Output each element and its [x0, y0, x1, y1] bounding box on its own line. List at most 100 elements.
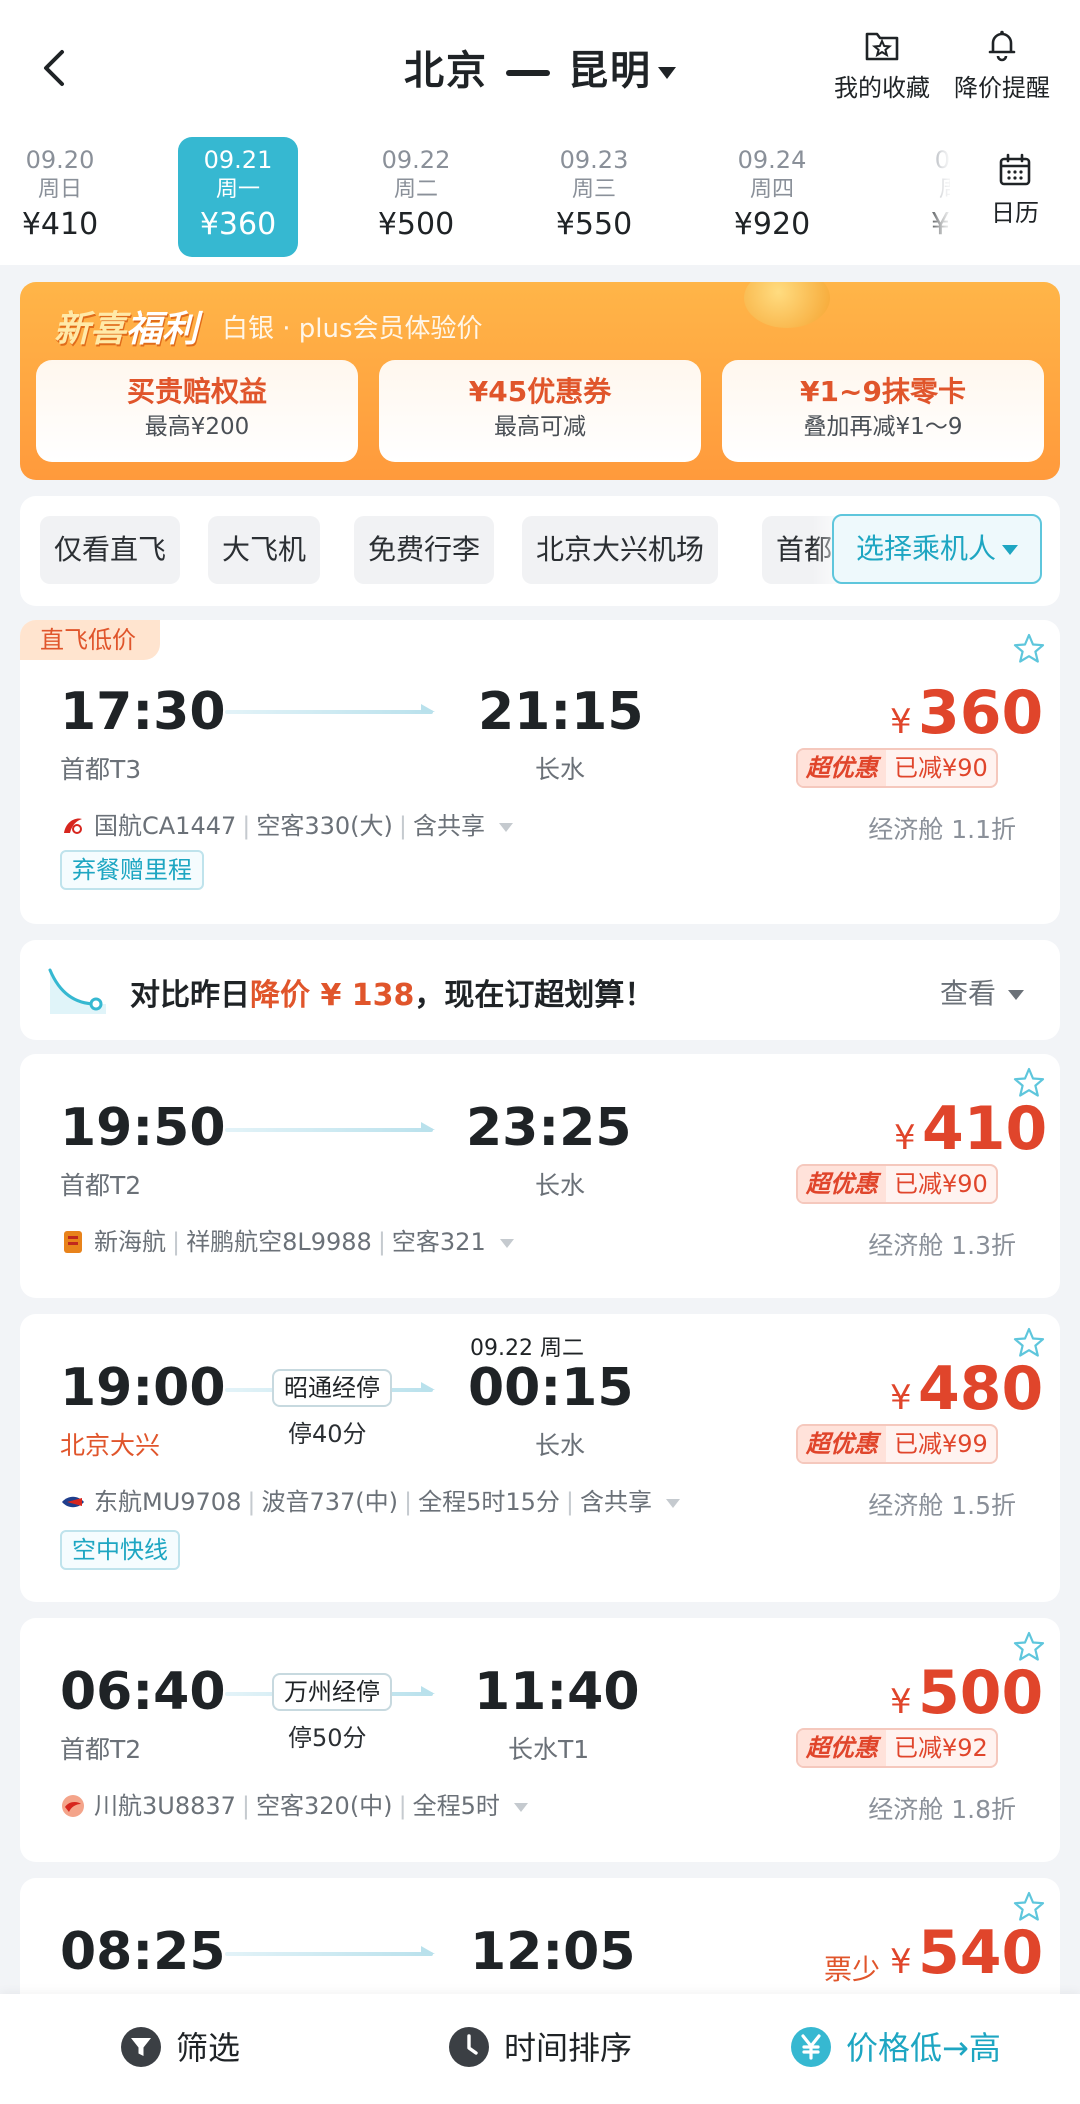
price-alert-button[interactable]: 降价提醒	[954, 28, 1050, 103]
coin-decoration-icon	[744, 282, 830, 328]
departure-time: 19:00	[60, 1358, 226, 1418]
cabin-class: 经济舱 1.3折	[868, 1231, 1016, 1260]
price-compare-notice[interactable]: 对比昨日降价 ¥ 138，现在订超划算！ 查看	[20, 940, 1060, 1040]
date-label: 09.20	[25, 146, 95, 174]
calendar-icon	[999, 153, 1031, 186]
price-currency: ¥	[890, 1942, 912, 1982]
weekday-label: 周二	[393, 177, 438, 202]
codeshare-label: 含共享	[580, 1488, 652, 1516]
price-currency: ¥	[890, 1682, 912, 1722]
filter-chip-free-baggage[interactable]: 免费行李	[354, 516, 495, 584]
discount-value: 已减¥90	[894, 1170, 988, 1198]
date-item[interactable]: 09.23 周三 ¥550	[534, 137, 654, 257]
filter-chip-direct[interactable]: 仅看直飞	[40, 516, 181, 584]
weekday-label: 周日	[37, 177, 82, 202]
price-currency: ¥	[890, 1378, 912, 1418]
flight-arrow	[225, 1946, 435, 1956]
filter-tab[interactable]: 筛选	[120, 2020, 240, 2076]
notice-suffix: ，现在订超划算！	[414, 978, 655, 1013]
cabin-class: 经济舱 1.5折	[868, 1491, 1016, 1520]
airline-info[interactable]: 川航3U8837 | 空客320(中) | 全程5时	[60, 1786, 528, 1821]
yen-icon	[791, 2027, 831, 2067]
arrival-airport: 长水	[535, 1431, 586, 1460]
date-item[interactable]: 09.24 周四 ¥920	[712, 137, 832, 257]
airline-info[interactable]: 东航MU9708 | 波音737(中) | 全程5时15分 | 含共享	[60, 1482, 680, 1517]
promo-banner[interactable]: 新喜福利 白银 · plus会员体验价 买贵赔权益 最高¥200 ¥45优惠券 …	[20, 282, 1060, 480]
arrival-airport: 长水	[535, 755, 586, 784]
total-duration: 全程5时15分	[418, 1488, 560, 1516]
discount-key: 超优惠	[798, 1426, 886, 1462]
select-passenger-button[interactable]: 选择乘机人	[832, 514, 1042, 584]
weekday-label: 周四	[749, 177, 794, 202]
date-price: ¥410	[21, 207, 99, 242]
departure-time: 08:25	[60, 1922, 226, 1982]
filter-chip-daxing[interactable]: 北京大兴机场	[522, 516, 719, 584]
flight-number: 川航3U8837	[94, 1792, 236, 1820]
star-icon[interactable]	[1012, 632, 1046, 666]
arrival-time: 23:25	[466, 1098, 632, 1158]
arrival-time: 12:05	[470, 1922, 636, 1982]
select-passenger-label: 选择乘机人	[855, 532, 996, 565]
flight-price: 540	[918, 1918, 1044, 1988]
view-button[interactable]: 查看	[940, 972, 1024, 1012]
arrival-airport: 长水	[535, 1171, 586, 1200]
aircraft-type: 空客321	[391, 1228, 486, 1256]
flight-card[interactable]: 09.22 周二 19:00 北京大兴 昭通经停 停40分 00:15 长水 ¥…	[20, 1314, 1060, 1602]
promo-card-coupon[interactable]: ¥45优惠券 最高可减	[379, 360, 701, 462]
price-currency: ¥	[890, 702, 912, 742]
low-stock-label: 票少	[824, 1953, 881, 1986]
departure-airport: 首都T2	[60, 1171, 142, 1200]
promo-card-sub: 最高可减	[494, 414, 586, 440]
filter-chip-large-plane[interactable]: 大飞机	[208, 516, 321, 584]
price-sort-tab-label: 价格低→高	[846, 2029, 1001, 2067]
date-label: 09.21	[203, 146, 273, 174]
discount-key: 超优惠	[798, 750, 886, 786]
promo-card-price-guarantee[interactable]: 买贵赔权益 最高¥200	[36, 360, 358, 462]
date-item[interactable]: 09.22 周二 ¥500	[356, 137, 476, 257]
airline-info[interactable]: 国航CA1447 | 空客330(大) | 含共享	[60, 806, 513, 841]
arrival-time: 21:15	[478, 682, 644, 742]
airline-info[interactable]: 新海航 | 祥鹏航空8L9988 | 空客321	[60, 1222, 514, 1257]
date-label: 09.22	[381, 146, 451, 174]
discount-value: 已减¥99	[894, 1430, 988, 1458]
flight-card[interactable]: 19:50 首都T2 23:25 长水 ¥ 410 超优惠 已减¥90 经济舱 1…	[20, 1054, 1060, 1298]
flight-card[interactable]: 06:40 首都T2 万州经停 停50分 11:40 长水T1 ¥ 500 超优…	[20, 1618, 1060, 1862]
departure-time: 06:40	[60, 1662, 226, 1722]
discount-badge: 超优惠 已减¥90	[796, 1164, 998, 1204]
calendar-button[interactable]: 日历	[970, 153, 1060, 228]
weekday-label: 周一	[215, 177, 260, 202]
price-sort-tab[interactable]: 价格低→高	[790, 2020, 1001, 2076]
bottom-toolbar: 筛选 时间排序 价格低→高	[0, 1994, 1080, 2104]
flight-arrow	[225, 704, 435, 714]
departure-time: 19:50	[60, 1098, 226, 1158]
promo-card-title: ¥1~9抹零卡	[800, 375, 966, 408]
time-sort-tab[interactable]: 时间排序	[448, 2020, 632, 2076]
price-trend-icon	[48, 968, 106, 1014]
my-favorites-button[interactable]: 我的收藏	[834, 28, 930, 103]
promo-cards: 买贵赔权益 最高¥200 ¥45优惠券 最高可减 ¥1~9抹零卡 叠加再减¥1～…	[36, 360, 1044, 462]
date-label: 09.24	[737, 146, 807, 174]
promo-title: 新喜福利	[54, 300, 198, 352]
promo-card-title: 买贵赔权益	[126, 375, 267, 408]
notice-highlight: 降价 ¥ 138	[250, 978, 415, 1013]
discount-badge: 超优惠 已减¥92	[796, 1728, 998, 1768]
origin-city: 北京	[404, 48, 488, 94]
date-price: ¥920	[733, 207, 811, 242]
date-item[interactable]: 09.20 周日 ¥410	[0, 137, 120, 257]
chevron-down-icon	[666, 1498, 680, 1508]
promo-card-rounding[interactable]: ¥1~9抹零卡 叠加再减¥1～9	[722, 360, 1044, 462]
airline-name: 新海航	[94, 1228, 166, 1256]
my-favorites-label: 我的收藏	[834, 74, 930, 102]
stopover-duration: 停40分	[288, 1420, 367, 1448]
notice-text: 对比昨日降价 ¥ 138，现在订超划算！	[130, 970, 654, 1014]
departure-airport: 首都T3	[60, 755, 142, 784]
direct-lowprice-tag: 直飞低价	[20, 620, 160, 660]
destination-city: 昆明	[568, 48, 652, 94]
flight-card[interactable]: 直飞低价 17:30 首都T3 21:15 长水 ¥ 360 超优惠 已减¥90 …	[20, 620, 1060, 924]
price-currency: ¥	[894, 1118, 916, 1158]
weekday-label: 周三	[571, 177, 616, 202]
date-item-selected[interactable]: 09.21 周一 ¥360	[178, 137, 298, 257]
date-price: ¥550	[555, 207, 633, 242]
date-label: 09.23	[559, 146, 629, 174]
flight-price: 500	[918, 1658, 1044, 1728]
